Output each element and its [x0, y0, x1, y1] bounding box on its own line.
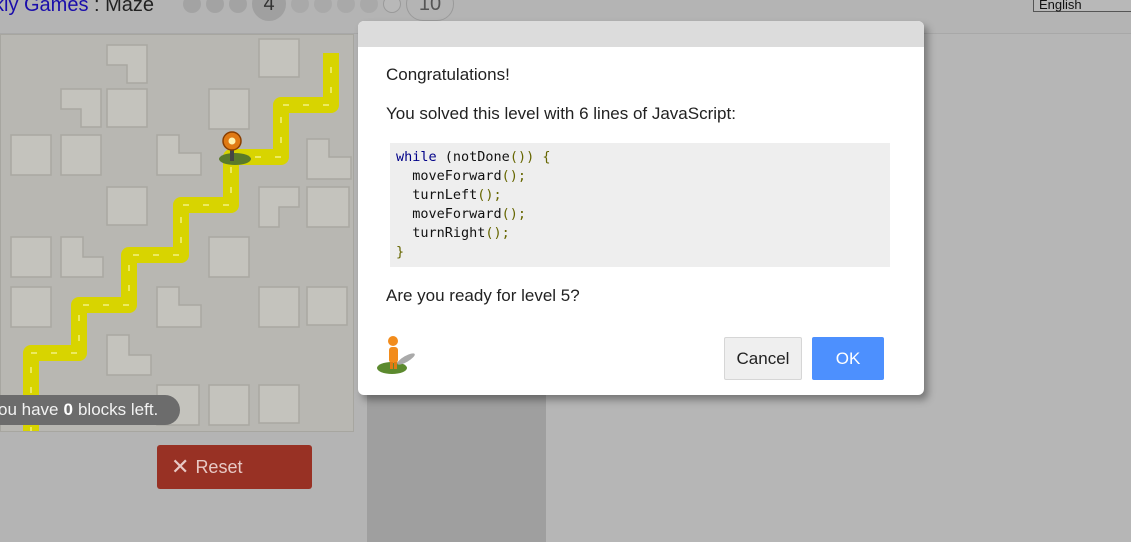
ok-button[interactable]: OK: [812, 337, 884, 380]
code-token: ();: [501, 168, 527, 184]
level-3-dot[interactable]: [229, 0, 247, 13]
code-token: }: [396, 244, 405, 260]
code-token: turnRight: [396, 225, 486, 241]
code-token: ();: [477, 187, 502, 203]
code-token: turnLeft: [396, 187, 478, 203]
code-token: moveForward: [396, 206, 502, 222]
code-line: turnRight();: [396, 224, 890, 243]
cancel-button[interactable]: Cancel: [724, 337, 802, 380]
level-8-dot[interactable]: [360, 0, 378, 13]
page-title: kly Games : Maze: [0, 0, 154, 17]
blockly-games-link[interactable]: kly Games: [0, 0, 88, 16]
level-complete-dialog: Congratulations! You solved this level w…: [358, 21, 924, 395]
code-token: notDone: [452, 149, 510, 165]
code-token: (: [436, 149, 453, 165]
level-6-dot[interactable]: [314, 0, 332, 13]
code-line: }: [396, 243, 890, 262]
code-line: moveForward();: [396, 167, 890, 186]
javascript-code-block: while (notDone()) { moveForward(); turnL…: [390, 143, 890, 267]
code-token: ();: [485, 225, 510, 241]
language-select[interactable]: English: [1033, 0, 1131, 12]
code-token: ();: [501, 206, 527, 222]
maze-graphic: [10, 38, 352, 431]
level-7-dot[interactable]: [337, 0, 355, 13]
last-level-indicator[interactable]: 10: [406, 0, 454, 21]
finish-marker-icon: [219, 131, 251, 165]
solved-lines-text: You solved this level with 6 lines of Ja…: [386, 104, 736, 123]
maze-board: [0, 34, 354, 432]
blocks-left-count: 0: [63, 400, 73, 419]
code-line: turnLeft();: [396, 186, 890, 205]
level-1-dot[interactable]: [183, 0, 201, 13]
dialog-titlebar[interactable]: [358, 21, 924, 47]
game-title: Maze: [105, 0, 155, 16]
reset-button[interactable]: ✕ Reset: [157, 445, 312, 489]
ready-next-level-text: Are you ready for level 5?: [386, 286, 580, 305]
current-level-indicator[interactable]: 4: [252, 0, 286, 21]
code-token: moveForward: [396, 168, 502, 184]
congratulations-text: Congratulations!: [386, 65, 510, 84]
code-token: while: [396, 149, 437, 165]
code-line: while (notDone()) {: [396, 148, 890, 167]
level-2-dot[interactable]: [206, 0, 224, 13]
level-9-dot[interactable]: [383, 0, 401, 13]
reset-button-label: Reset: [195, 456, 243, 477]
pegman-icon: [377, 336, 415, 374]
close-icon: ✕: [171, 454, 190, 479]
code-line: moveForward();: [396, 205, 890, 224]
level-selector: 4 10: [183, 0, 459, 22]
level-5-dot[interactable]: [291, 0, 309, 13]
code-token: ()) {: [509, 149, 551, 165]
blocks-left-indicator: ou have 0 blocks left.: [0, 395, 180, 425]
